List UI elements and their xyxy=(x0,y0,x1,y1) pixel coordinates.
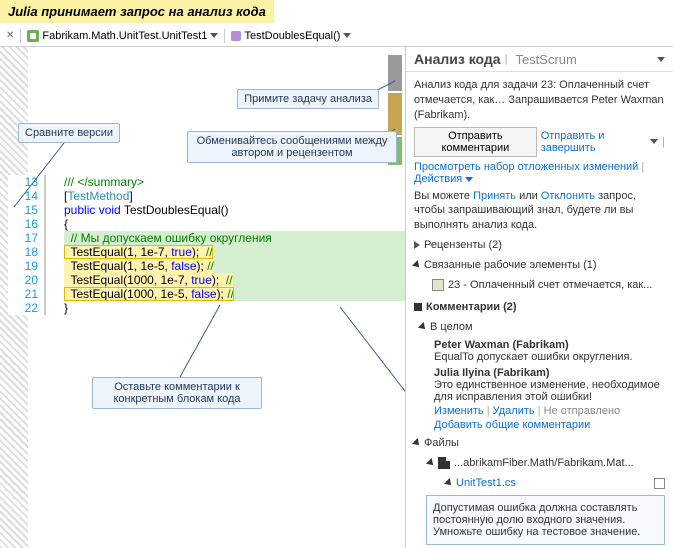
collapse-icon xyxy=(444,478,454,488)
code-line[interactable]: TestEqual(1, 1e-5, false); // xyxy=(64,259,405,273)
comment-author: Julia Ilyina (Fabrikam) xyxy=(434,367,550,379)
panel-subtitle: TestScrum xyxy=(515,52,576,67)
chevron-down-icon[interactable] xyxy=(343,33,351,38)
banner: Julia принимает запрос на анализ кода xyxy=(0,0,274,23)
code-editor[interactable]: Сравните версии Примите задачу анализа О… xyxy=(0,47,405,548)
line-number: 16 xyxy=(8,217,44,231)
overall-section[interactable]: В целом xyxy=(414,319,665,335)
chevron-down-icon[interactable] xyxy=(650,139,658,144)
view-shelved-link[interactable]: Просмотреть набор отложенных изменений xyxy=(414,161,638,173)
file-tab[interactable]: Fabrikam.Math.UnitTest.UnitTest1 xyxy=(21,25,224,46)
files-section[interactable]: Файлы xyxy=(414,435,665,451)
csharp-file-icon xyxy=(27,30,39,42)
folder-row[interactable]: ...abrikamFiber.Math/Fabrikam.Mat... xyxy=(414,455,665,471)
send-comments-button[interactable]: Отправить комментарии xyxy=(414,127,537,157)
line-number: 15 xyxy=(8,203,44,217)
work-item[interactable]: 23 - Оплаченный счет отмечается, как... xyxy=(414,277,665,293)
comments-section[interactable]: Комментарии (2) xyxy=(414,299,665,315)
tab-bar: ✕ Fabrikam.Math.UnitTest.UnitTest1 TestD… xyxy=(0,25,673,47)
close-icon[interactable]: ✕ xyxy=(0,30,20,41)
related-items-section[interactable]: Связанные рабочие элементы (1) xyxy=(414,257,665,273)
panel-description: Анализ кода для задачи 23: Оплаченный сч… xyxy=(414,78,665,123)
code-line[interactable]: TestEqual(1, 1e-7, true); // xyxy=(64,245,405,259)
collapse-icon xyxy=(412,260,422,270)
add-overall-comment-link[interactable]: Добавить общие комментарии xyxy=(434,419,665,431)
unsent-label: Не отправлено xyxy=(544,405,621,417)
comment-author: Peter Waxman (Fabrikam) xyxy=(434,339,569,351)
method-icon xyxy=(231,31,241,41)
line-number: 22 xyxy=(8,301,44,315)
code-line[interactable]: /// </summary> xyxy=(64,175,405,189)
callout-exchange: Обменивайтесь сообщениями между автором … xyxy=(187,131,397,163)
edit-link[interactable]: Изменить xyxy=(434,405,484,417)
checkbox[interactable] xyxy=(654,478,665,489)
code-line[interactable]: { xyxy=(64,217,405,231)
code-line[interactable]: TestEqual(1000, 1e-7, true); // xyxy=(64,273,405,287)
workitem-icon xyxy=(432,279,444,291)
comment-body: EqualTo допускает ошибки округления. xyxy=(434,351,665,363)
send-and-finish-link[interactable]: Отправить и завершить xyxy=(541,130,646,154)
line-number: 21 xyxy=(8,287,44,301)
inline-comment-tooltip: Допустимая ошибка должна составлять пост… xyxy=(426,495,665,545)
comment-body: Это единственное изменение, необходимое … xyxy=(434,379,665,403)
file-tab-label: Fabrikam.Math.UnitTest.UnitTest1 xyxy=(42,30,207,42)
collapse-icon xyxy=(426,458,436,468)
line-number: 17 xyxy=(8,231,44,245)
callout-compare: Сравните версии xyxy=(18,123,120,143)
code-line[interactable]: } xyxy=(64,301,405,315)
chevron-down-icon[interactable] xyxy=(657,57,665,62)
panel-title: Анализ кода xyxy=(414,51,501,67)
collapse-icon xyxy=(412,438,422,448)
method-tab-label: TestDoublesEqual() xyxy=(244,30,340,42)
accept-link[interactable]: Принять xyxy=(473,190,516,202)
collapse-icon xyxy=(414,303,422,311)
line-number: 13 xyxy=(8,175,44,189)
callout-leave: Оставьте комментарии к конкретным блокам… xyxy=(92,377,262,409)
line-number: 18 xyxy=(8,245,44,259)
code-line[interactable]: [TestMethod] xyxy=(64,189,405,203)
folder-icon xyxy=(438,457,450,469)
actions-link[interactable]: Действия xyxy=(414,173,462,185)
delete-link[interactable]: Удалить xyxy=(493,405,535,417)
method-tab[interactable]: TestDoublesEqual() xyxy=(225,25,357,46)
collapse-icon xyxy=(418,322,428,332)
decline-link[interactable]: Отклонить xyxy=(541,190,595,202)
code-line[interactable]: // Мы допускаем ошибку округления xyxy=(64,231,405,245)
callout-accept: Примите задачу анализа xyxy=(237,89,379,109)
chevron-down-icon[interactable] xyxy=(210,33,218,38)
chevron-down-icon[interactable] xyxy=(465,177,473,182)
line-number: 19 xyxy=(8,259,44,273)
code-line[interactable]: TestEqual(1000, 1e-5, false); // xyxy=(64,287,405,301)
line-number: 20 xyxy=(8,273,44,287)
reviewers-section[interactable]: Рецензенты (2) xyxy=(414,237,665,253)
code-line[interactable]: public void TestDoublesEqual() xyxy=(64,203,405,217)
code-review-panel: Анализ кода | TestScrum Анализ кода для … xyxy=(405,47,673,548)
expand-icon xyxy=(414,241,420,249)
file-row[interactable]: UnitTest1.cs xyxy=(414,475,665,491)
line-number: 14 xyxy=(8,189,44,203)
